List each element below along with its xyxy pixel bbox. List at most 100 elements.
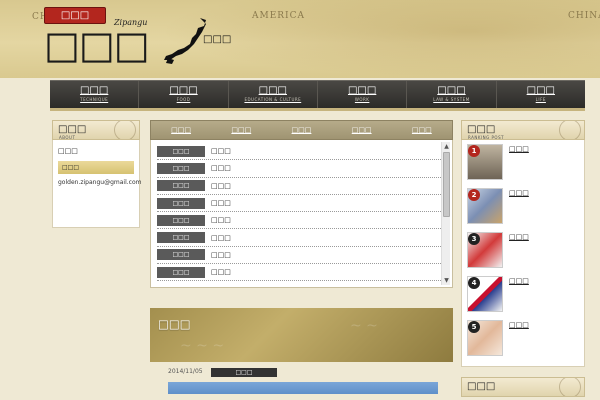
popular-post-title[interactable]: □□□	[509, 320, 579, 364]
compass-icon	[114, 121, 136, 139]
popular-post-title[interactable]: □□□	[509, 276, 579, 320]
main-navigation: □□□ TECHNIQUE □□□ FOOD □□□ EDUCATION & C…	[50, 80, 585, 108]
contact-email: golden.zipangu@gmail.com	[58, 179, 142, 186]
article-thumbnail-image[interactable]	[168, 382, 438, 394]
popular-post-item[interactable]: 5 □□□	[467, 320, 579, 364]
news-source-badge: □□□	[157, 145, 205, 157]
nav-item-work[interactable]: □□□ WORK	[318, 81, 408, 108]
nav-item-sublabel: FOOD	[176, 97, 191, 102]
nav-item-sublabel: EDUCATION & CULTURE	[244, 97, 302, 102]
site-tagline: □□□	[203, 34, 232, 45]
tab-blog[interactable]: □□□	[412, 126, 432, 134]
map-label-america: AMERICA	[252, 11, 306, 21]
article-category-badge[interactable]: □□□	[211, 368, 277, 377]
tab-all[interactable]: □□□	[171, 126, 191, 134]
compass-icon	[559, 378, 581, 396]
banner-map-decoration: ~ ~ ~	[180, 338, 225, 354]
news-row[interactable]: □□□ □□□	[157, 264, 441, 282]
news-title-link[interactable]: □□□	[211, 216, 441, 224]
news-source-badge: □□□	[157, 197, 205, 209]
nav-item-label: □□□	[526, 85, 555, 96]
nav-item-sublabel: WORK	[354, 97, 370, 102]
tab-2ch-matome[interactable]: □□□	[231, 126, 251, 134]
news-row[interactable]: □□□ □□□	[157, 178, 441, 195]
news-title-link[interactable]: □□□	[211, 268, 441, 276]
article-meta: 2014/11/05 □□□	[150, 362, 453, 394]
category-widget-title: □□□	[467, 381, 496, 392]
news-row[interactable]: □□□ □□□	[157, 143, 441, 161]
nav-item-education-culture[interactable]: □□□ EDUCATION & CULTURE	[229, 81, 318, 108]
popular-post-title[interactable]: □□□	[509, 144, 579, 188]
popular-post-item[interactable]: 4 □□□	[467, 276, 579, 320]
nav-item-label: □□□	[258, 85, 287, 96]
tab-overseas-reaction[interactable]: □□□	[292, 126, 312, 134]
popular-post-thumbnail[interactable]: 4	[467, 276, 503, 312]
popular-post-thumbnail[interactable]: 2	[467, 188, 503, 224]
nav-item-label: □□□	[437, 85, 466, 96]
contact-link[interactable]: □□□	[58, 161, 134, 174]
nav-item-label: □□□	[169, 85, 198, 96]
nav-item-sublabel: LAW & SYSTEM	[433, 97, 470, 102]
news-title-link[interactable]: □□□	[211, 199, 441, 207]
news-tabs: □□□ □□□ □□□ □□□ □□□	[150, 120, 453, 140]
about-widget-title: □□□	[58, 124, 87, 135]
compass-icon	[559, 121, 581, 139]
popular-post-title[interactable]: □□□	[509, 188, 579, 232]
news-row[interactable]: □□□ □□□	[157, 195, 441, 213]
nav-item-label: □□□	[79, 85, 109, 96]
nav-item-sublabel: LIFE	[535, 97, 546, 102]
about-widget-header: □□□ ABOUT	[52, 120, 140, 140]
nav-item-sublabel: TECHNIQUE	[80, 97, 109, 102]
news-row[interactable]: □□□ □□□	[157, 212, 441, 230]
news-source-badge: □□□	[157, 232, 205, 244]
nav-item-law-system[interactable]: □□□ LAW & SYSTEM	[407, 81, 497, 108]
popular-widget-title: □□□	[467, 124, 496, 135]
logo-title: □□□	[44, 22, 150, 67]
popular-post-item[interactable]: 2 □□□	[467, 188, 579, 232]
nav-item-life[interactable]: □□□ LIFE	[497, 81, 585, 108]
news-row[interactable]: □□□ □□□	[157, 160, 441, 178]
nav-item-label: □□□	[347, 85, 377, 96]
popular-posts-list: 1 □□□ 2 □□□ 3 □□□ 4 □□□ 5 □□□	[461, 140, 585, 367]
news-source-badge: □□□	[157, 180, 205, 192]
logo-latin-text: Zipangu	[114, 18, 148, 27]
news-list: □□□ □□□ □□□ □□□ □□□ □□□ □□□ □□□ □□□ □□□ …	[157, 143, 441, 282]
article-title-link[interactable]: □□□	[158, 317, 191, 331]
about-widget-body: □□□ □□□ golden.zipangu@gmail.com	[52, 140, 142, 228]
news-row[interactable]: □□□ □□□	[157, 247, 441, 265]
news-title-link[interactable]: □□□	[211, 234, 441, 242]
news-title-link[interactable]: □□□	[211, 164, 441, 172]
news-row[interactable]: □□□ □□□	[157, 229, 441, 247]
popular-post-thumbnail[interactable]: 3	[467, 232, 503, 268]
nav-item-food[interactable]: □□□ FOOD	[139, 81, 229, 108]
right-sidebar: □□□ RANKING POST 1 □□□ 2 □□□ 3 □□□ 4 □□□…	[461, 120, 585, 400]
nav-item-technique[interactable]: □□□ TECHNIQUE	[50, 81, 140, 108]
site-header: AMERICA CHINA CH □□□ □□□ Zipangu □□□	[0, 0, 600, 78]
news-title-link[interactable]: □□□	[211, 182, 441, 190]
popular-post-thumbnail[interactable]: 1	[467, 144, 503, 180]
rank-badge: 5	[468, 321, 480, 333]
popular-post-item[interactable]: 3 □□□	[467, 232, 579, 276]
popular-post-item[interactable]: 1 □□□	[467, 144, 579, 188]
news-title-link[interactable]: □□□	[211, 147, 441, 155]
news-source-badge: □□□	[157, 214, 205, 226]
category-widget-header: □□□	[461, 377, 585, 397]
tab-news[interactable]: □□□	[352, 126, 372, 134]
about-widget-subtitle: ABOUT	[59, 135, 76, 140]
news-title-link[interactable]: □□□	[211, 251, 441, 259]
news-scrollbar[interactable]: ▲ ▼	[441, 142, 450, 285]
news-source-badge: □□□	[157, 249, 205, 261]
popular-post-thumbnail[interactable]: 5	[467, 320, 503, 356]
main-content: □□□ □□□ □□□ □□□ □□□ □□□ □□□ □□□ □□□ □□□ …	[150, 120, 453, 400]
banner-map-decoration: ~ ~	[350, 318, 378, 334]
about-description: □□□	[58, 147, 78, 155]
scroll-down-arrow-icon[interactable]: ▼	[442, 276, 451, 285]
popular-widget-subtitle: RANKING POST	[468, 135, 505, 140]
rank-badge: 3	[468, 233, 480, 245]
news-source-badge: □□□	[157, 266, 205, 278]
scrollbar-thumb[interactable]	[443, 152, 450, 217]
article-header-banner: ~ ~ ~ ~ ~ □□□	[150, 308, 453, 362]
popular-post-title[interactable]: □□□	[509, 232, 579, 276]
scroll-up-arrow-icon[interactable]: ▲	[442, 142, 451, 151]
news-feed-panel[interactable]: □□□ □□□ □□□ □□□ □□□ □□□ □□□ □□□ □□□ □□□ …	[150, 140, 453, 288]
